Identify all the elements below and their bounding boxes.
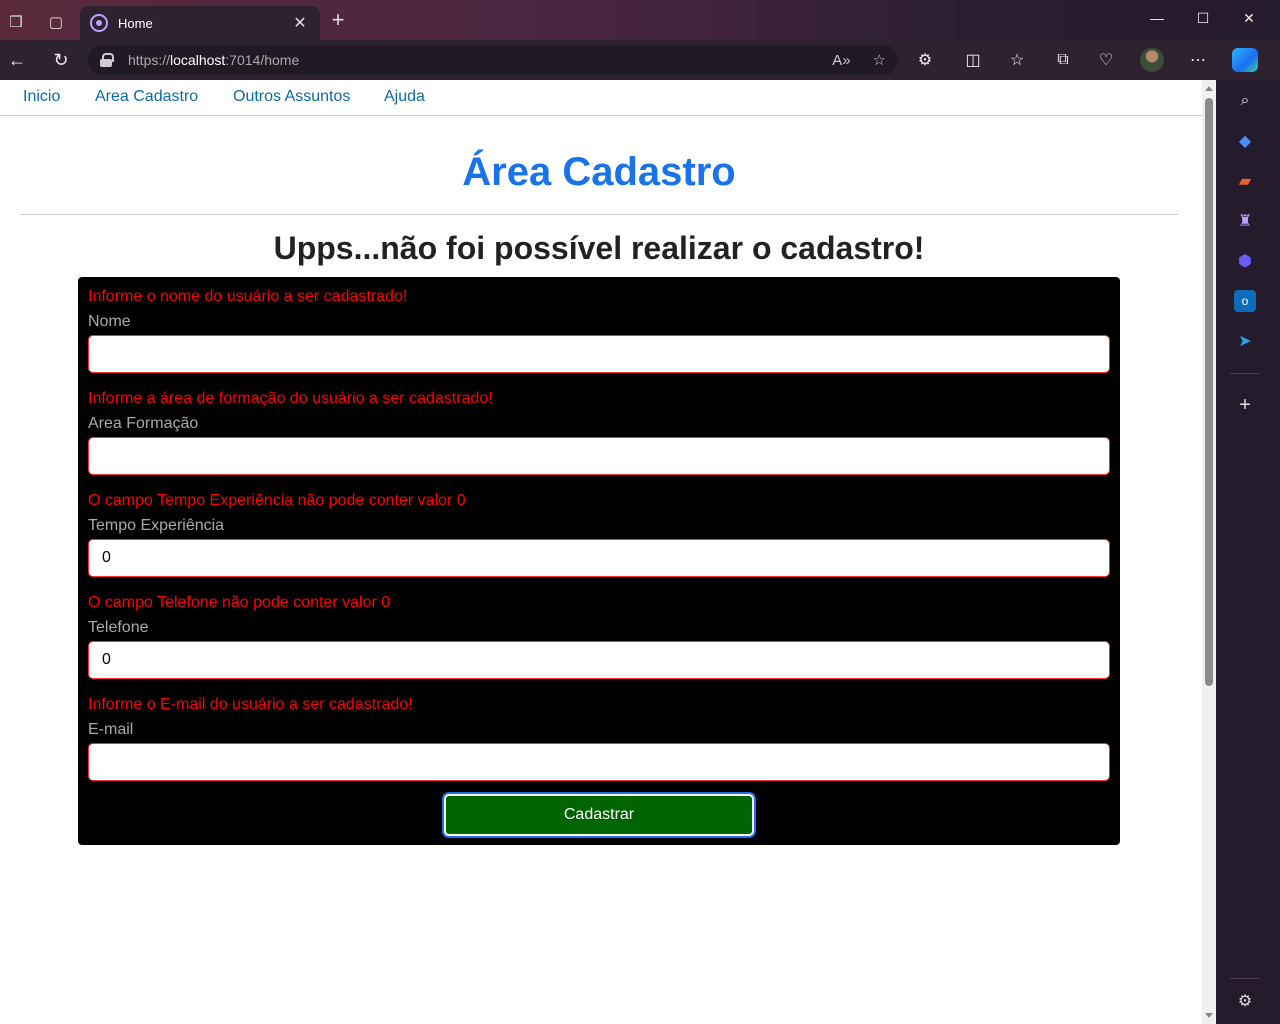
address-bar[interactable]: https://localhost:7014/home A» ☆ <box>88 45 898 75</box>
tab-actions-icon[interactable]: ▢ <box>42 8 70 36</box>
outlook-icon[interactable]: o <box>1234 290 1256 312</box>
nav-link-outros-assuntos[interactable]: Outros Assuntos <box>233 88 350 106</box>
workspaces-icon[interactable]: ❒ <box>2 8 30 36</box>
sidebar-divider <box>1230 978 1260 979</box>
scroll-down-arrow-icon[interactable] <box>1205 1013 1213 1018</box>
page-viewport: Inicio Area Cadastro Outros Assuntos Aju… <box>0 80 1202 1024</box>
close-tab-icon[interactable]: ✕ <box>290 13 310 33</box>
add-sidebar-app-icon[interactable]: + <box>1234 394 1256 416</box>
search-icon[interactable]: ⌕ <box>1234 90 1256 112</box>
site-favicon-icon <box>90 14 108 32</box>
favorites-icon[interactable]: ☆ <box>1004 48 1030 72</box>
more-options-icon[interactable]: ⋯ <box>1185 48 1211 72</box>
validation-error: Informe a área de formação do usuário a … <box>88 390 493 407</box>
collections-icon[interactable]: ⧉ <box>1050 48 1076 72</box>
field-label: Area Formação <box>88 415 199 432</box>
favorite-star-icon[interactable]: ☆ <box>873 51 886 69</box>
field-label: Nome <box>88 313 131 330</box>
back-button[interactable]: ← <box>2 46 32 74</box>
read-aloud-icon[interactable]: A» <box>832 52 850 69</box>
maximize-button[interactable]: ☐ <box>1180 4 1226 32</box>
field-group-telefone: O campo Telefone não pode conter valor 0… <box>88 593 1110 679</box>
registration-form: Informe o nome do usuário a ser cadastra… <box>78 277 1120 845</box>
nav-link-inicio[interactable]: Inicio <box>23 88 60 106</box>
copilot-sidebar-icon[interactable]: ⬢ <box>1234 250 1256 272</box>
settings-gear-icon[interactable]: ⚙ <box>1234 990 1256 1012</box>
nav-link-ajuda[interactable]: Ajuda <box>384 88 425 106</box>
minimize-button[interactable]: — <box>1134 4 1180 32</box>
validation-error: Informe o E-mail do usuário a ser cadast… <box>88 696 413 713</box>
validation-error: O campo Telefone não pode conter valor 0 <box>88 594 391 611</box>
extensions-icon[interactable]: ⚙ <box>912 48 938 72</box>
field-label: Telefone <box>88 619 149 636</box>
email-input[interactable] <box>88 743 1110 781</box>
new-tab-button[interactable]: + <box>326 7 350 32</box>
field-group-email: Informe o E-mail do usuário a ser cadast… <box>88 695 1110 781</box>
cadastrar-button[interactable]: Cadastrar <box>444 794 754 836</box>
site-nav: Inicio Area Cadastro Outros Assuntos Aju… <box>0 80 1202 116</box>
tempo-experiencia-input[interactable] <box>88 539 1110 577</box>
field-label: Tempo Experiência <box>88 517 225 534</box>
shopping-tag-icon[interactable]: ◆ <box>1234 130 1256 152</box>
refresh-button[interactable]: ↻ <box>46 46 76 74</box>
error-heading: Upps...não foi possível realizar o cadas… <box>273 230 925 266</box>
scroll-thumb[interactable] <box>1205 98 1213 686</box>
tab-title: Home <box>118 15 153 31</box>
field-label: E-mail <box>88 721 134 738</box>
scroll-up-arrow-icon[interactable] <box>1205 86 1213 91</box>
split-screen-icon[interactable]: ◫ <box>960 48 986 72</box>
tools-briefcase-icon[interactable]: ▰ <box>1234 170 1256 192</box>
games-icon[interactable]: ♜ <box>1234 210 1256 232</box>
copilot-icon[interactable] <box>1232 48 1258 72</box>
validation-error: Informe o nome do usuário a ser cadastra… <box>88 288 408 305</box>
telefone-input[interactable] <box>88 641 1110 679</box>
browser-sidebar: ⌕ ◆ ▰ ♜ ⬢ o ➤ + ⚙ <box>1216 80 1280 1024</box>
close-window-button[interactable]: ✕ <box>1226 4 1272 32</box>
validation-error: O campo Tempo Experiência não pode conte… <box>88 492 466 509</box>
field-group-tempo-experiencia: O campo Tempo Experiência não pode conte… <box>88 491 1110 577</box>
field-group-nome: Informe o nome do usuário a ser cadastra… <box>88 287 1110 373</box>
browser-toolbar: ← ↻ https://localhost:7014/home A» ☆ ⚙ ◫… <box>0 40 1280 80</box>
title-divider <box>20 214 1178 215</box>
page-title: Área Cadastro <box>462 150 736 194</box>
url-text[interactable]: https://localhost:7014/home <box>128 52 810 68</box>
area-formacao-input[interactable] <box>88 437 1110 475</box>
field-group-area-formacao: Informe a área de formação do usuário a … <box>88 389 1110 475</box>
nome-input[interactable] <box>88 335 1110 373</box>
page-scrollbar[interactable] <box>1202 80 1216 1024</box>
browser-essentials-icon[interactable]: ♡ <box>1093 48 1119 72</box>
send-icon[interactable]: ➤ <box>1234 330 1256 352</box>
browser-titlebar: ❒ ▢ Home ✕ + — ☐ ✕ <box>0 0 1280 40</box>
profile-avatar[interactable] <box>1140 48 1164 72</box>
sidebar-divider <box>1230 373 1260 374</box>
nav-link-area-cadastro[interactable]: Area Cadastro <box>95 88 198 106</box>
lock-icon[interactable] <box>100 53 114 67</box>
browser-tab-home[interactable]: Home ✕ <box>80 6 320 40</box>
